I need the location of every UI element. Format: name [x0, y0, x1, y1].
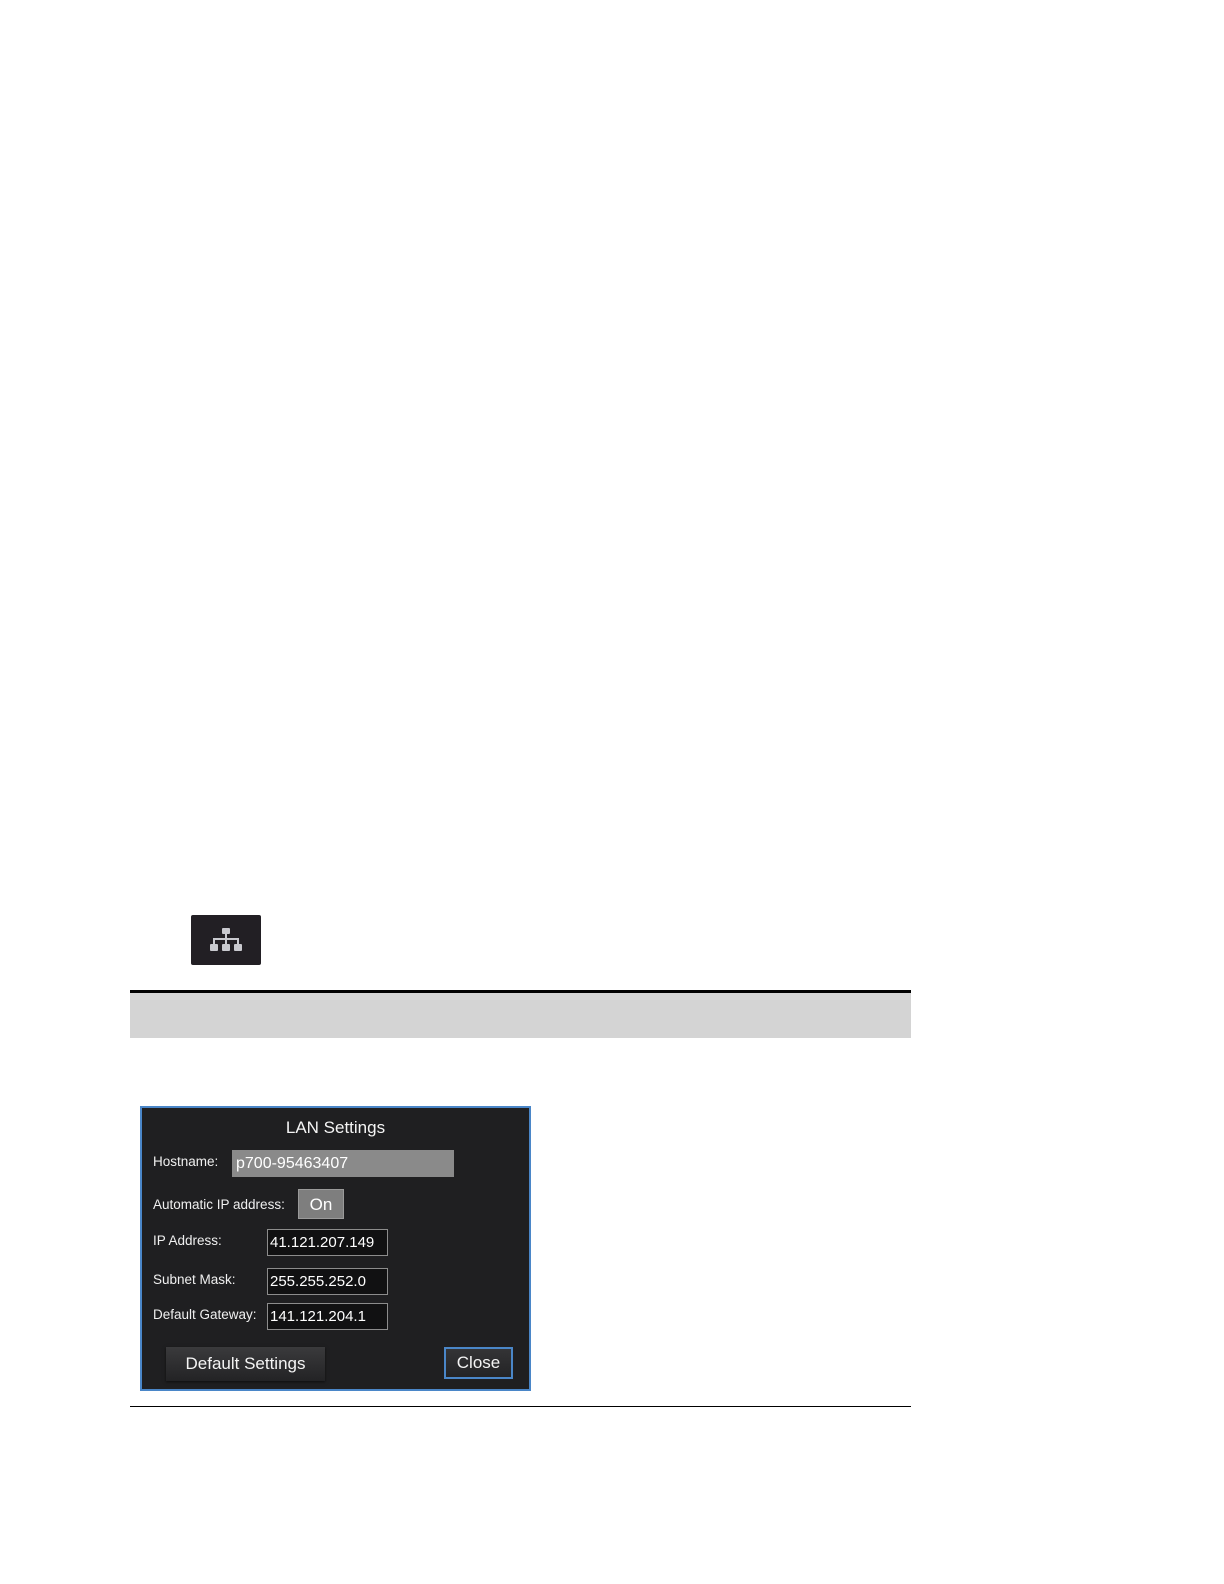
- network-icon: [210, 928, 242, 951]
- ip-address-label: IP Address:: [153, 1233, 222, 1248]
- table-bottom-rule: [130, 1406, 911, 1407]
- lan-settings-button[interactable]: [191, 915, 261, 965]
- subnet-mask-label: Subnet Mask:: [153, 1272, 236, 1287]
- default-gateway-field[interactable]: 141.121.204.1: [267, 1303, 388, 1330]
- automatic-ip-toggle[interactable]: On: [298, 1189, 344, 1219]
- ip-address-field[interactable]: 41.121.207.149: [267, 1229, 388, 1256]
- hostname-field[interactable]: p700-95463407: [232, 1150, 454, 1177]
- dialog-title: LAN Settings: [285, 1118, 386, 1137]
- automatic-ip-label: Automatic IP address:: [153, 1197, 285, 1212]
- table-header: [130, 993, 911, 1038]
- hostname-label: Hostname:: [153, 1154, 219, 1169]
- subnet-mask-field[interactable]: 255.255.252.0: [267, 1268, 388, 1295]
- default-settings-button[interactable]: Default Settings: [166, 1347, 325, 1381]
- close-button[interactable]: Close: [444, 1347, 513, 1379]
- default-gateway-label: Default Gateway:: [153, 1307, 257, 1322]
- lan-settings-dialog: LAN Settings Hostname: p700-95463407 Aut…: [140, 1106, 531, 1391]
